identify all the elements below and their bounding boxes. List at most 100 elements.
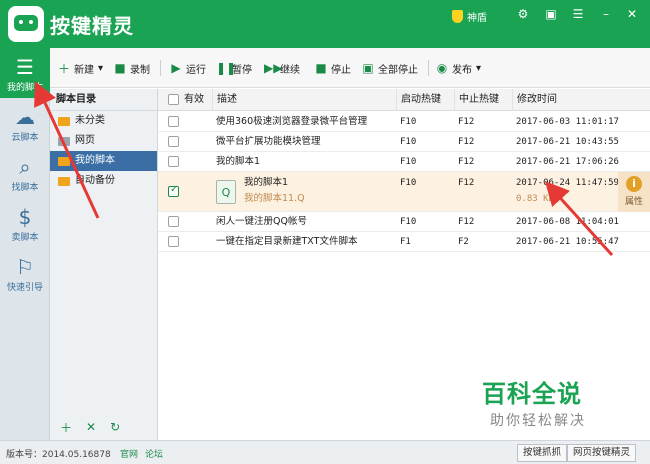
folder-icon — [58, 176, 70, 186]
row-stop-hotkey: F12 — [458, 157, 475, 167]
select-all-checkbox[interactable] — [168, 94, 179, 105]
row-checkbox[interactable] — [168, 116, 179, 127]
row-checkbox[interactable] — [168, 156, 179, 167]
row-start-hotkey: F10 — [400, 157, 417, 167]
record-label: 录制 — [130, 64, 150, 76]
row-stop-hotkey: F12 — [458, 178, 475, 188]
nav-sell-scripts[interactable]: $ 卖脚本 — [0, 198, 50, 248]
row-start-hotkey: F10 — [400, 137, 417, 147]
toolbar-divider — [160, 60, 161, 76]
toolbar-divider — [428, 60, 429, 76]
table-row-selected[interactable]: Q 我的脚本1 我的脚本11.Q F10 F12 2017-06-24 11:4… — [158, 172, 650, 212]
pause-button[interactable]: ❚❚ 暂停 — [216, 60, 252, 76]
properties-button[interactable]: i 属性 — [618, 172, 650, 212]
row-start-hotkey: F10 — [400, 217, 417, 227]
column-header[interactable]: 描述 — [212, 89, 396, 111]
stop-all-button[interactable]: ▣ 全部停止 — [362, 60, 418, 76]
camera-icon: ■ — [114, 61, 126, 75]
nav-label: 我的脚本 — [6, 83, 43, 93]
row-start-hotkey: F10 — [400, 178, 417, 188]
table-header: 有效 描述 启动热键 中止热键 修改时间 — [158, 89, 650, 111]
menu-icon[interactable]: ☰ — [570, 6, 586, 22]
list-icon: ☰ — [16, 55, 34, 79]
nav-label: 找脚本 — [11, 183, 39, 193]
publish-label: 发布 — [452, 64, 472, 76]
play-icon: ▶ — [171, 61, 181, 75]
record-button[interactable]: ■ 录制 — [114, 60, 150, 76]
row-time: 2017-06-03 11:01:17 — [516, 117, 619, 127]
table-row[interactable]: 一键在指定目录新建TXT文件脚本 F1 F2 2017-06-21 10:55:… — [158, 232, 650, 252]
nav-cloud-scripts[interactable]: ☁ 云脚本 — [0, 98, 50, 148]
table-row[interactable]: 使用360极速浏览器登录微平台管理 F10 F12 2017-06-03 11:… — [158, 112, 650, 132]
row-desc: 微平台扩展功能模块管理 — [216, 136, 321, 147]
grab-tool-button[interactable]: 按键抓抓 — [517, 444, 568, 462]
nav-my-scripts[interactable]: ☰ 我的脚本 — [0, 48, 50, 98]
script-file-icon: Q — [216, 180, 236, 204]
nav-label: 卖脚本 — [11, 233, 39, 243]
status-bar: 版本号：2014.05.16878 官网 论坛 按键抓抓 网页按键精灵 — [0, 440, 650, 464]
row-checkbox[interactable] — [168, 216, 179, 227]
shield-label: 神盾 — [467, 12, 487, 24]
cloud-icon: ☁ — [15, 105, 35, 129]
delete-icon[interactable]: ✕ — [86, 420, 96, 434]
row-filename: 我的脚本11.Q — [244, 193, 305, 204]
dir-item-auto-backup[interactable]: 自动备份 — [50, 171, 157, 191]
shield-button[interactable]: 神盾 — [452, 8, 487, 24]
column-header[interactable]: 中止热键 — [454, 89, 512, 111]
row-checkbox[interactable] — [168, 184, 179, 197]
version-text: 版本号：2014.05.16878 — [6, 450, 111, 460]
website-link[interactable]: 官网 — [120, 447, 138, 460]
row-stop-hotkey: F12 — [458, 117, 475, 127]
new-label: 新建 — [74, 64, 94, 76]
stop-icon: ■ — [315, 61, 327, 75]
row-time: 2017-06-21 10:55:47 — [516, 237, 619, 247]
watermark-subtitle: 助你轻松解决 — [490, 413, 586, 429]
dollar-icon: $ — [18, 205, 32, 229]
table-row[interactable]: 微平台扩展功能模块管理 F10 F12 2017-06-21 10:43:55 — [158, 132, 650, 152]
title-bar: 按键精灵 神盾 ⚙ ▣ ☰ – ✕ — [0, 0, 650, 48]
nav-quick-guide[interactable]: ⚐ 快速引导 — [0, 248, 50, 298]
new-button[interactable]: ＋ 新建 ▾ — [58, 60, 103, 76]
stop-all-label: 全部停止 — [378, 64, 418, 76]
web-jingling-button[interactable]: 网页按键精灵 — [567, 444, 637, 462]
dir-item-uncategorized[interactable]: 未分类 — [50, 111, 157, 131]
column-header[interactable]: 启动热键 — [396, 89, 454, 111]
run-label: 运行 — [186, 64, 206, 76]
row-stop-hotkey: F12 — [458, 137, 475, 147]
publish-icon: ◉ — [436, 61, 448, 75]
row-checkbox[interactable] — [168, 136, 179, 147]
refresh-icon[interactable]: ↻ — [110, 420, 120, 434]
dir-item-my-scripts[interactable]: 我的脚本 — [50, 151, 157, 171]
script-directory: 脚本目录 未分类 网页 我的脚本 自动备份 ＋ ✕ ↻ — [50, 89, 158, 440]
toolbar: ＋ 新建 ▾ ■ 录制 ▶ 运行 ❚❚ 暂停 ▶▶ 继续 ■ 停止 ▣ 全部停止… — [50, 48, 650, 88]
table-row[interactable]: 我的脚本1 F10 F12 2017-06-21 17:06:26 — [158, 152, 650, 172]
nav-label: 快速引导 — [6, 283, 43, 293]
publish-button[interactable]: ◉ 发布 ▾ — [436, 60, 481, 76]
row-checkbox[interactable] — [168, 236, 179, 247]
directory-footer: ＋ ✕ ↻ — [50, 414, 157, 440]
app-logo-icon — [8, 6, 44, 42]
add-icon[interactable]: ＋ — [60, 419, 72, 436]
directory-header: 脚本目录 — [50, 89, 157, 111]
gear-icon[interactable]: ⚙ — [515, 6, 531, 22]
stop-label: 停止 — [331, 64, 351, 76]
resume-label: 继续 — [280, 64, 300, 76]
run-button[interactable]: ▶ 运行 — [170, 60, 206, 76]
nav-find-scripts[interactable]: ⌕ 找脚本 — [0, 148, 50, 198]
fast-forward-icon: ▶▶ — [264, 61, 283, 75]
column-header[interactable]: 有效 — [180, 89, 214, 111]
stop-button[interactable]: ■ 停止 — [315, 60, 351, 76]
skin-icon[interactable]: ▣ — [543, 6, 559, 22]
table-row[interactable]: 闲人一键注册QQ帐号 F10 F12 2017-06-08 11:04:01 — [158, 212, 650, 232]
row-desc: 使用360极速浏览器登录微平台管理 — [216, 116, 368, 127]
row-stop-hotkey: F12 — [458, 217, 475, 227]
row-filesize: 0.83 KB — [516, 194, 554, 204]
close-icon[interactable]: ✕ — [624, 6, 640, 22]
minimize-icon[interactable]: – — [598, 6, 614, 22]
forum-link[interactable]: 论坛 — [145, 447, 163, 460]
app-title: 按键精灵 — [50, 14, 134, 38]
resume-button[interactable]: ▶▶ 继续 — [264, 60, 300, 76]
row-start-hotkey: F1 — [400, 237, 411, 247]
dir-item-web[interactable]: 网页 — [50, 131, 157, 151]
column-header[interactable]: 修改时间 — [512, 89, 650, 111]
